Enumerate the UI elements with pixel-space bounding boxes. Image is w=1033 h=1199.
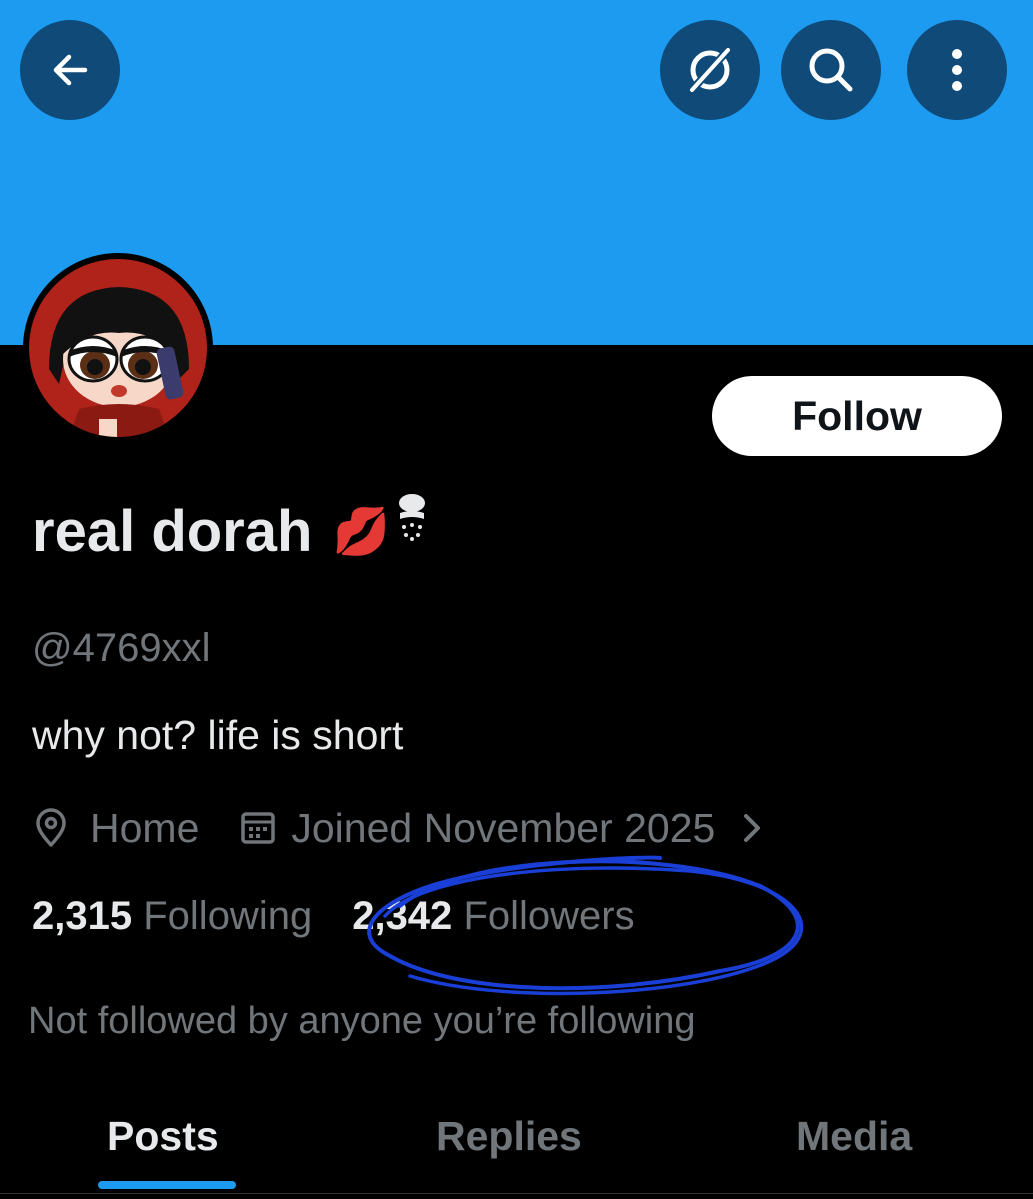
following-stat[interactable]: 2,315 Following	[32, 894, 312, 939]
location-text: Home	[90, 804, 200, 851]
chevron-right-icon[interactable]	[737, 808, 767, 848]
profile-meta: Home Joined November 2025	[32, 800, 767, 856]
joined-item: Joined November 2025	[239, 805, 715, 852]
tab-posts[interactable]: Posts	[107, 1108, 219, 1164]
search-button[interactable]	[781, 20, 881, 120]
name-emoji: 💋	[332, 504, 390, 557]
search-icon	[809, 48, 853, 92]
display-name-text: real dorah	[32, 498, 313, 564]
joined-text: Joined November 2025	[291, 804, 716, 851]
tabs-divider	[0, 1193, 1033, 1194]
followers-stat[interactable]: 2,342 Followers	[352, 894, 634, 939]
verified-org-icon	[398, 494, 425, 541]
profile-handle: @4769xxl	[32, 626, 211, 670]
calendar-icon	[241, 812, 276, 844]
not-followed-notice: Not followed by anyone you’re following	[28, 1000, 696, 1042]
grok-icon	[688, 46, 732, 94]
location-pin-icon	[36, 808, 66, 847]
grok-button[interactable]	[660, 20, 760, 120]
location-item: Home	[32, 805, 199, 852]
more-vertical-icon	[952, 49, 962, 91]
avatar-image	[29, 259, 207, 437]
arrow-left-icon	[53, 54, 88, 86]
display-name: real dorah 💋	[32, 494, 432, 566]
follow-stats: 2,315 Following 2,342 Followers	[32, 888, 635, 944]
tab-media[interactable]: Media	[796, 1108, 912, 1164]
followers-label: Followers	[463, 893, 635, 938]
following-label: Following	[143, 893, 313, 938]
back-button[interactable]	[20, 20, 120, 120]
profile-bio: why not? life is short	[32, 712, 404, 758]
follow-button[interactable]: Follow	[712, 376, 1002, 456]
followers-count: 2,342	[352, 893, 453, 938]
following-count: 2,315	[32, 893, 133, 938]
avatar[interactable]	[23, 253, 213, 443]
more-button[interactable]	[907, 20, 1007, 120]
active-tab-indicator	[98, 1181, 236, 1189]
tab-replies[interactable]: Replies	[436, 1108, 582, 1164]
